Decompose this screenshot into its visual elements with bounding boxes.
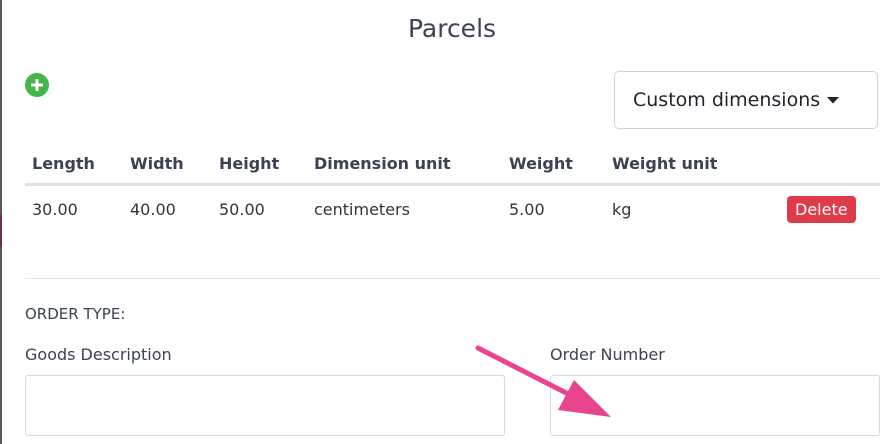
header-weight: Weight <box>502 143 605 186</box>
table-header-row: Length Width Height Dimension unit Weigh… <box>25 143 880 186</box>
cell-actions: Delete <box>763 185 880 233</box>
order-number-label: Order Number <box>550 345 665 364</box>
header-length: Length <box>25 143 123 186</box>
order-type-label: ORDER TYPE: <box>25 305 126 323</box>
add-parcel-button[interactable] <box>25 73 49 97</box>
goods-description-label: Goods Description <box>25 345 172 364</box>
header-width: Width <box>123 143 212 186</box>
cell-height: 50.00 <box>219 199 265 219</box>
window-edge-marker <box>0 215 2 247</box>
goods-description-input[interactable] <box>25 375 505 436</box>
order-number-input[interactable] <box>550 375 880 436</box>
header-dimension-unit: Dimension unit <box>307 143 502 186</box>
cell-width: 40.00 <box>130 199 176 219</box>
cell-weight-unit: kg <box>612 199 632 219</box>
section-divider <box>25 278 880 279</box>
parcels-table: Length Width Height Dimension unit Weigh… <box>25 143 880 232</box>
cell-dimension-unit: centimeters <box>314 199 410 219</box>
cell-weight: 5.00 <box>509 199 545 219</box>
cell-length: 30.00 <box>32 199 78 219</box>
header-actions <box>763 143 880 186</box>
caret-down-icon <box>827 96 840 104</box>
page-title: Parcels <box>407 14 497 43</box>
table-row: 30.00 40.00 50.00 centimeters 5.00 kg De… <box>25 185 880 233</box>
custom-dimensions-label: Custom dimensions <box>633 89 821 111</box>
plus-circle-icon <box>31 79 43 91</box>
custom-dimensions-dropdown[interactable]: Custom dimensions <box>614 71 878 129</box>
delete-button[interactable]: Delete <box>787 195 856 223</box>
header-weight-unit: Weight unit <box>605 143 763 186</box>
header-height: Height <box>212 143 307 186</box>
